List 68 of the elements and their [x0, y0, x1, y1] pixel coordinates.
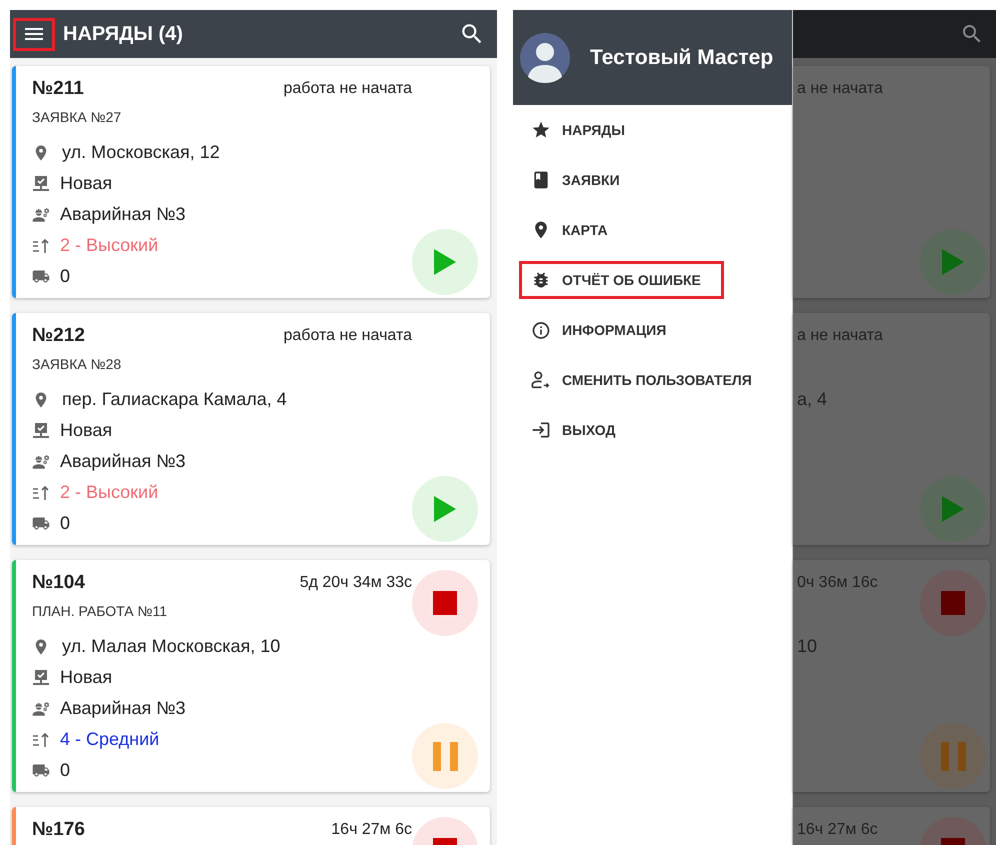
drawer-menu-item[interactable]: ЗАЯВКИ [519, 161, 643, 199]
order-number: №211 [32, 78, 84, 100]
play-icon [942, 249, 964, 275]
priority-text: 2 - Высокий [60, 235, 158, 256]
menu-button[interactable] [13, 18, 55, 50]
monitor-check-icon [32, 174, 50, 192]
address-text: 10 [797, 636, 818, 657]
address-text: ул. Малая Московская, 10 [62, 636, 280, 657]
order-card[interactable]: №104 5д 20ч 34м 33с ПЛАН. РАБОТА №11 ул. Малая Московская, 10 Новая Аварийная №3 4 - Средний 0 [12, 560, 490, 792]
order-status: 0ч 36м 16с [797, 574, 878, 592]
order-status: 16ч 27м 6с [331, 821, 412, 839]
brigade-text: Аварийная №3 [60, 698, 186, 719]
priority-icon [32, 236, 50, 254]
priority-icon [32, 484, 50, 502]
brigade-text: Аварийная №3 [60, 451, 186, 472]
play-icon [434, 249, 456, 275]
order-source: ЗАЯВКА №28 [32, 355, 122, 374]
drawer-menu-item[interactable]: НАРЯДЫ [519, 111, 648, 149]
order-source: ПЛАН. РАБОТА №11 [32, 602, 168, 621]
drawer-menu-item[interactable]: ОТЧЁТ ОБ ОШИБКЕ [519, 261, 724, 299]
order-status: а не начата [797, 327, 883, 345]
brigade-text: Аварийная №3 [60, 204, 186, 225]
star-icon [531, 120, 551, 140]
order-number: №212 [32, 325, 85, 347]
worker-icon [32, 452, 50, 470]
vehicle-count: 0 [60, 513, 70, 534]
worker-icon [32, 700, 50, 718]
priority-text: 4 - Средний [60, 729, 160, 750]
drawer-menu-item[interactable]: СМЕНИТЬ ПОЛЬЗОВАТЕЛЯ [519, 361, 775, 399]
address-text: ул. Московская, 12 [62, 142, 220, 163]
play-icon [434, 496, 456, 522]
order-number: №104 [32, 572, 85, 594]
user-name: Тестовый Мастер [590, 46, 774, 70]
priority-icon [32, 730, 50, 748]
vehicle-count: 0 [60, 760, 70, 781]
pause-icon [940, 742, 966, 770]
screen-title: НАРЯДЫ (4) [63, 22, 184, 46]
order-card[interactable]: №176 16ч 27м 6с [12, 807, 490, 845]
order-source: ЗАЯВКА №27 [32, 108, 122, 127]
state-text: Новая [60, 420, 112, 441]
drawer-menu-item[interactable]: ВЫХОД [519, 411, 638, 449]
order-status: а не начата [797, 80, 883, 98]
info-icon [531, 320, 551, 340]
monitor-check-icon [32, 668, 50, 686]
order-card[interactable]: №212 работа не начата ЗАЯВКА №28 пер. Галиаскара Камала, 4 Новая Аварийная №3 2 - Высокий 0 [12, 313, 490, 545]
order-number: №176 [32, 819, 85, 841]
state-text: Новая [60, 173, 112, 194]
order-status: 16ч 27м 6с [797, 821, 878, 839]
drawer-menu-item[interactable]: ИНФОРМАЦИЯ [519, 311, 690, 349]
order-status: 5д 20ч 34м 33с [300, 574, 412, 592]
address-text: а, 4 [797, 389, 828, 410]
user-arrow-icon [531, 370, 551, 390]
order-card[interactable]: №211 работа не начата ЗАЯВКА №27 ул. Московская, 12 Новая Аварийная №3 2 - Высокий 0 [12, 66, 490, 298]
play-icon [942, 496, 964, 522]
priority-text: 2 - Высокий [60, 482, 158, 503]
order-status: работа не начата [284, 327, 412, 345]
stop-icon [433, 591, 457, 615]
address-text: пер. Галиаскара Камала, 4 [62, 389, 287, 410]
order-status: работа не начата [284, 80, 412, 98]
vehicle-count: 0 [60, 266, 70, 287]
worker-icon [32, 206, 50, 224]
drawer-menu-item[interactable]: КАРТА [519, 211, 631, 249]
pause-icon [432, 742, 458, 770]
state-text: Новая [60, 667, 112, 688]
stop-icon [941, 591, 965, 615]
monitor-check-icon [32, 422, 50, 440]
exit-icon [531, 420, 551, 440]
avatar-icon [520, 32, 570, 82]
